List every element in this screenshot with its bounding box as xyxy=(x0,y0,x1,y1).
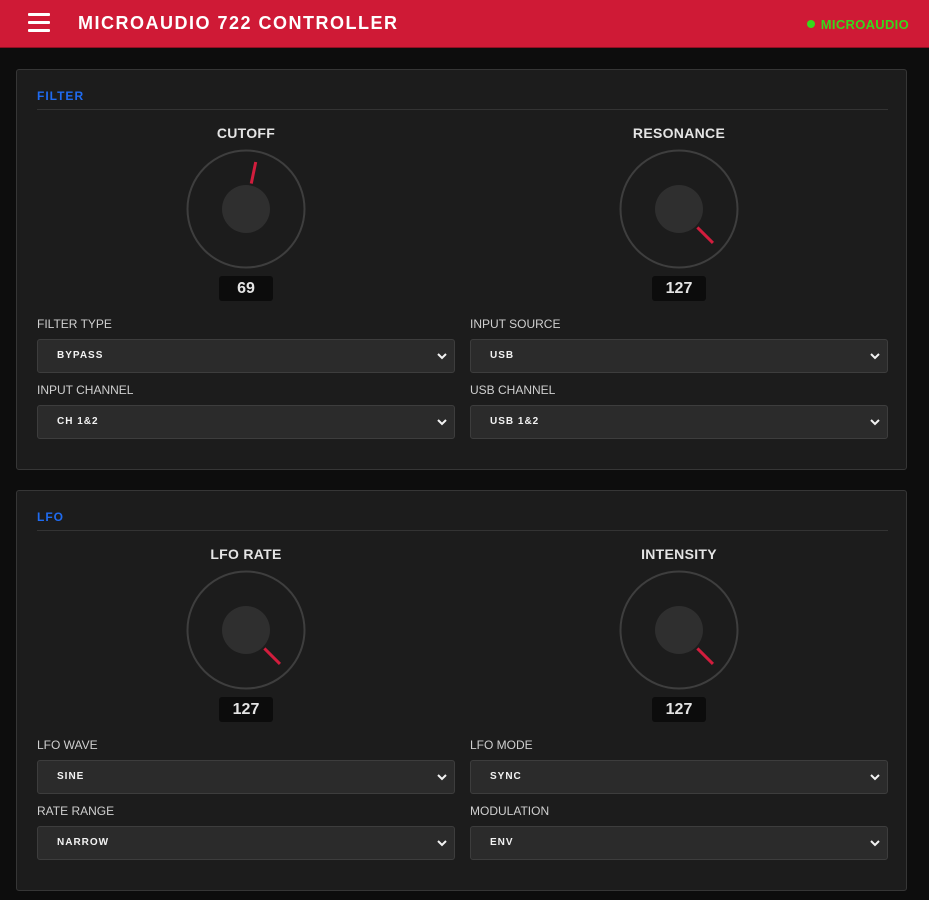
filter-section-title: FILTER xyxy=(37,89,85,103)
filter-panel: FILTER CUTOFF 69 RESONANCE 127 FILTER TY… xyxy=(16,69,907,470)
lfo-panel: LFO LFO RATE 127 INTENSITY 127 LFO WAVE … xyxy=(16,490,907,891)
knob-center xyxy=(655,185,703,233)
resonance-value: 127 xyxy=(652,276,706,301)
status-label: MICROAUDIO xyxy=(820,17,909,32)
chevron-down-icon xyxy=(870,774,880,781)
lfo-rate-knob[interactable] xyxy=(186,570,306,690)
input-source-value: USB xyxy=(490,350,515,361)
input-source-select[interactable]: USB xyxy=(470,339,888,373)
lfo-rate-label: LFO RATE xyxy=(210,546,282,562)
knob-indicator xyxy=(696,647,715,666)
intensity-knob[interactable] xyxy=(619,570,739,690)
chevron-down-icon xyxy=(870,353,880,360)
modulation-label: MODULATION xyxy=(470,804,550,818)
resonance-label: RESONANCE xyxy=(632,125,726,141)
resonance-knob[interactable] xyxy=(619,149,739,269)
knob-center xyxy=(222,606,270,654)
status-dot-icon xyxy=(806,20,815,28)
knob-indicator xyxy=(263,647,282,666)
rate-range-value: NARROW xyxy=(57,837,110,848)
section-divider xyxy=(37,530,888,531)
filter-type-select[interactable]: BYPASS xyxy=(37,339,455,373)
app-title: MICROAUDIO 722 CONTROLLER xyxy=(78,13,399,33)
input-channel-value: CH 1&2 xyxy=(57,416,99,427)
chevron-down-icon xyxy=(437,353,447,360)
intensity-value: 127 xyxy=(652,697,706,722)
lfo-wave-value: SINE xyxy=(57,771,85,782)
chevron-down-icon xyxy=(437,419,447,426)
knob-indicator xyxy=(249,161,258,184)
knob-indicator xyxy=(696,226,715,245)
lfo-section-title: LFO xyxy=(37,510,64,524)
modulation-value: ENV xyxy=(490,837,514,848)
chevron-down-icon xyxy=(437,774,447,781)
chevron-down-icon xyxy=(870,840,880,847)
input-source-label: INPUT SOURCE xyxy=(470,317,561,331)
knob-center xyxy=(222,185,270,233)
section-divider xyxy=(37,109,888,110)
usb-channel-select[interactable]: USB 1&2 xyxy=(470,405,888,439)
rate-range-label: RATE RANGE xyxy=(37,804,115,818)
usb-channel-label: USB CHANNEL xyxy=(470,383,556,397)
lfo-wave-label: LFO WAVE xyxy=(37,738,98,752)
lfo-rate-value: 127 xyxy=(219,697,273,722)
knob-center xyxy=(655,606,703,654)
filter-type-value: BYPASS xyxy=(57,350,104,361)
lfo-mode-value: SYNC xyxy=(490,771,522,782)
hamburger-menu-icon[interactable] xyxy=(28,13,50,33)
cutoff-label: CUTOFF xyxy=(216,125,276,141)
intensity-label: INTENSITY xyxy=(641,546,717,562)
usb-channel-value: USB 1&2 xyxy=(490,416,540,427)
cutoff-knob[interactable] xyxy=(186,149,306,269)
modulation-select[interactable]: ENV xyxy=(470,826,888,860)
cutoff-value: 69 xyxy=(219,276,273,301)
rate-range-select[interactable]: NARROW xyxy=(37,826,455,860)
input-channel-label: INPUT CHANNEL xyxy=(37,383,134,397)
filter-type-label: FILTER TYPE xyxy=(37,317,112,331)
top-bar: MICROAUDIO 722 CONTROLLER MICROAUDIO xyxy=(0,0,929,48)
lfo-mode-label: LFO MODE xyxy=(470,738,533,752)
input-channel-select[interactable]: CH 1&2 xyxy=(37,405,455,439)
lfo-wave-select[interactable]: SINE xyxy=(37,760,455,794)
lfo-mode-select[interactable]: SYNC xyxy=(470,760,888,794)
chevron-down-icon xyxy=(437,840,447,847)
chevron-down-icon xyxy=(870,419,880,426)
connection-status: MICROAUDIO xyxy=(806,17,909,32)
